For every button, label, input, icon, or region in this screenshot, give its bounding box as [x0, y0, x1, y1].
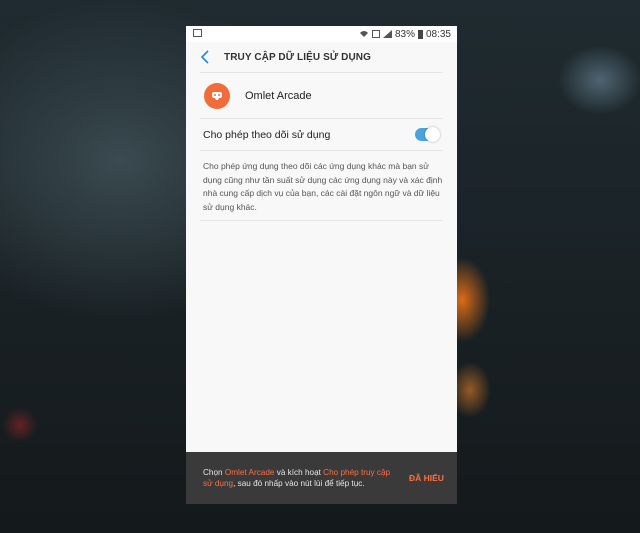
usage-tracking-setting-row[interactable]: Cho phép theo dõi sử dụng	[186, 122, 457, 148]
status-bar: 83% 08:35	[186, 26, 457, 42]
snackbar-text-2: và kích hoạt	[274, 468, 324, 477]
snackbar-app-highlight: Omlet Arcade	[224, 468, 275, 477]
permission-description: Cho phép ứng dụng theo dõi các ứng dụng …	[203, 161, 443, 212]
usage-tracking-toggle[interactable]	[415, 127, 440, 142]
gamepad-icon	[212, 92, 222, 100]
snackbar-text-1: Chọn	[203, 468, 225, 477]
battery-icon	[417, 29, 423, 39]
toggle-knob	[425, 127, 440, 142]
instruction-snackbar: Chọn Omlet Arcade và kích hoạt Cho phép …	[186, 452, 457, 504]
got-it-button[interactable]: ĐÃ HIỂU	[409, 473, 444, 483]
gallery-notification-icon	[193, 29, 202, 37]
app-name: Omlet Arcade	[245, 90, 312, 102]
header-divider	[200, 72, 443, 73]
status-indicators: 83% 08:35	[359, 28, 451, 40]
app-bar: TRUY CẬP DỮ LIỆU SỬ DỤNG	[186, 42, 457, 72]
usage-tracking-label: Cho phép theo dõi sử dụng	[203, 129, 331, 141]
battery-percentage: 83%	[394, 28, 415, 40]
back-arrow-icon[interactable]	[200, 49, 210, 65]
clock: 08:35	[425, 28, 451, 40]
toggle-row-divider	[200, 150, 443, 151]
app-row-divider	[200, 118, 443, 119]
omlet-arcade-app-icon	[204, 83, 230, 109]
description-divider	[200, 220, 443, 221]
phone-screen: 83% 08:35 TRUY CẬP DỮ LIỆU SỬ DỤNG Omlet…	[186, 26, 457, 504]
wifi-icon	[359, 31, 368, 37]
sim-icon	[371, 30, 380, 38]
snackbar-message: Chọn Omlet Arcade và kích hoạt Cho phép …	[203, 467, 393, 489]
signal-icon	[382, 30, 392, 38]
app-info-row: Omlet Arcade	[186, 76, 457, 116]
page-title: TRUY CẬP DỮ LIỆU SỬ DỤNG	[224, 52, 371, 63]
snackbar-text-3: , sau đó nhấp vào nút lùi để tiếp tục.	[233, 479, 365, 488]
